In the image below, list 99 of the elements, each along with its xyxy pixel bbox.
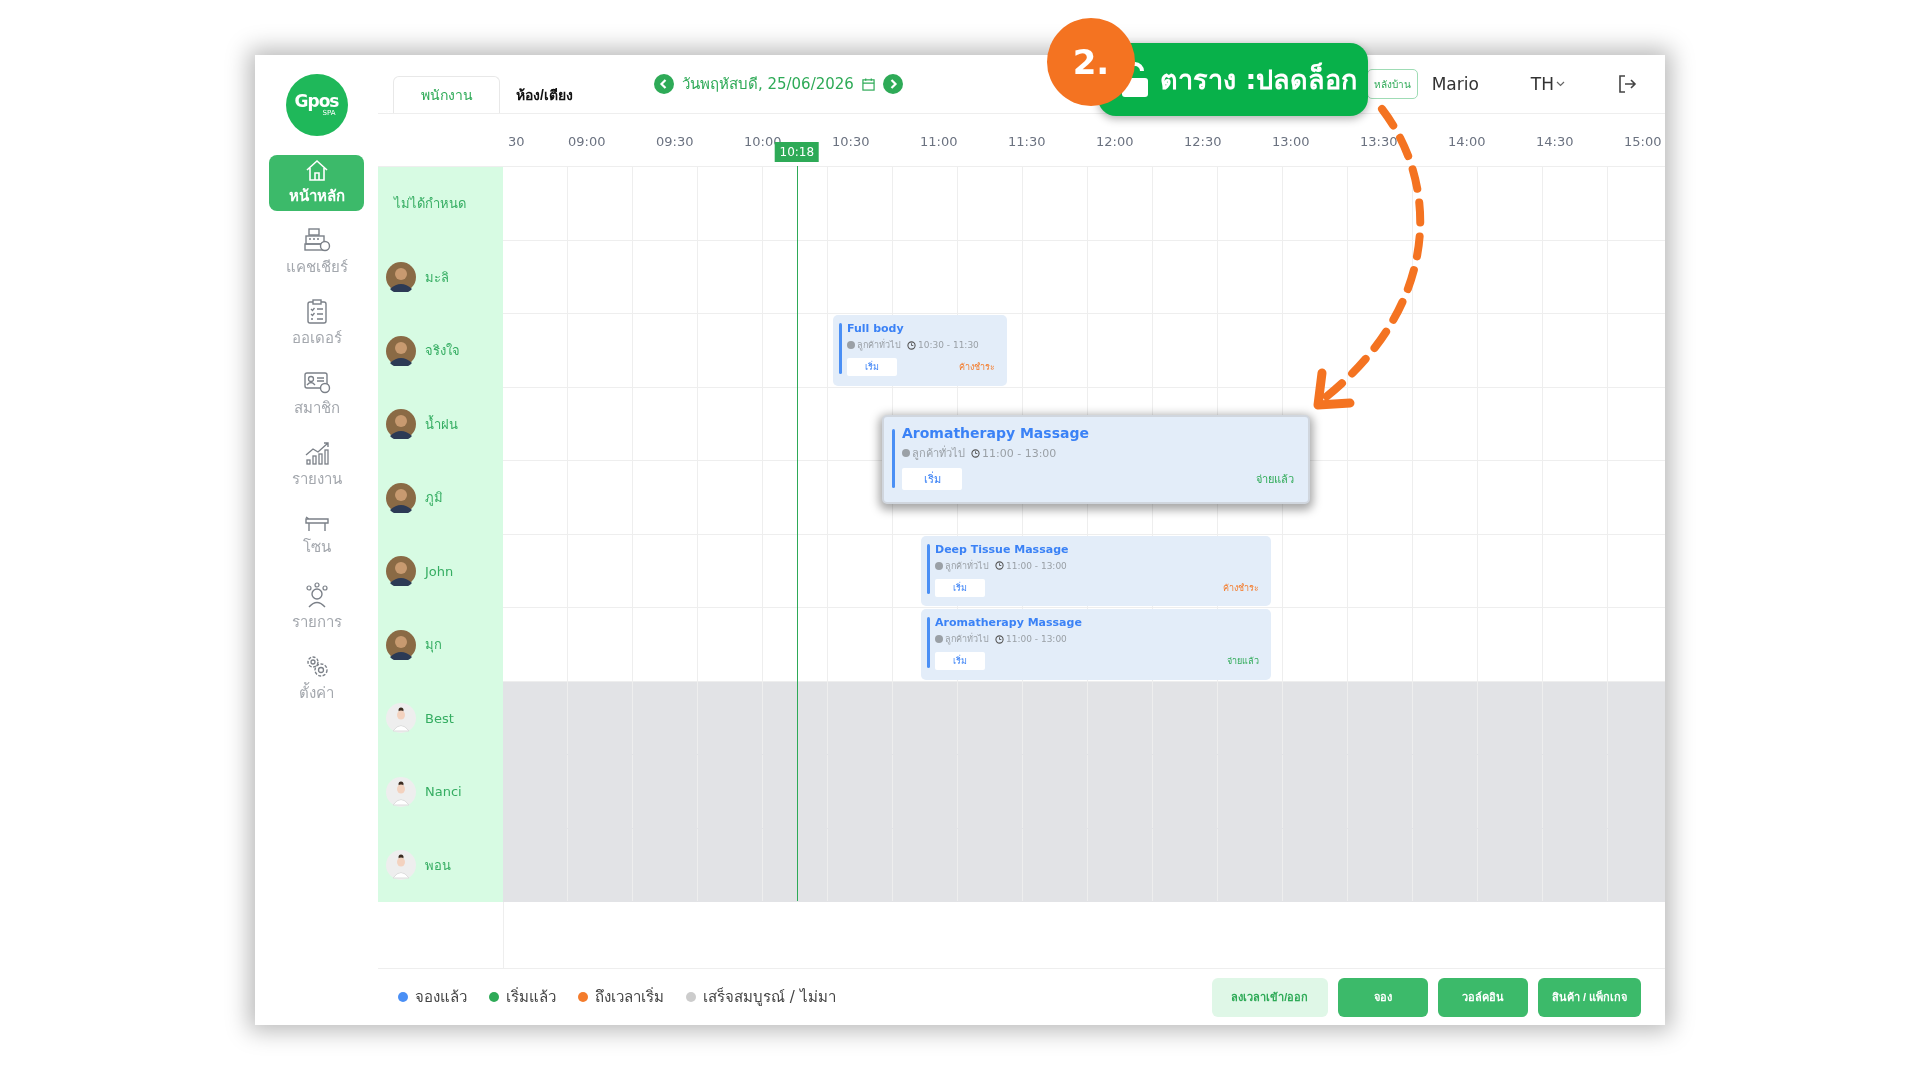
customer-dot-icon: [935, 635, 943, 643]
start-button[interactable]: เริ่ม: [935, 652, 985, 670]
time-label: 11:00: [920, 134, 958, 149]
time-label: 13:00: [1272, 134, 1310, 149]
avatar-icon: [386, 703, 416, 734]
language-selector[interactable]: TH: [1530, 74, 1554, 94]
action-button[interactable]: จอง: [1337, 977, 1428, 1017]
caret-icon[interactable]: [1556, 81, 1565, 87]
time-label: 11:30: [1008, 134, 1046, 149]
start-button[interactable]: เริ่ม: [935, 578, 985, 597]
legend-label: จองแล้ว: [415, 987, 467, 1008]
action-button[interactable]: ลงเวลาเข้า/ออก: [1211, 977, 1328, 1017]
payment-status: ค้างชำระ: [959, 361, 995, 374]
clock-icon: [907, 340, 916, 350]
cash-register-icon: [302, 227, 331, 253]
chart-icon: [303, 441, 330, 465]
logout-icon[interactable]: [1617, 74, 1637, 94]
customer-name: ลูกค้าทั่วไป: [945, 632, 989, 646]
action-button[interactable]: สินค้า / แพ็กเกจ: [1537, 977, 1641, 1017]
avatar-icon: [386, 776, 416, 807]
payment-status: ค้างชำระ: [1223, 581, 1259, 595]
time-label: 13:30: [1360, 134, 1398, 149]
sidebar-item[interactable]: รายงาน: [269, 437, 364, 495]
backoffice-button[interactable]: หลังบ้าน: [1366, 69, 1418, 99]
unassigned-label: ไม่ได้กำหนด: [394, 195, 466, 214]
time-label: 12:30: [1184, 134, 1222, 149]
staff-name[interactable]: John: [425, 563, 454, 579]
legend-label: เสร็จสมบูรณ์ / ไม่มา: [703, 986, 836, 1008]
next-day-icon[interactable]: [882, 74, 903, 94]
clock-icon: [971, 448, 980, 458]
clock-icon: [995, 561, 1004, 570]
service-name: Aromatherapy Massage: [902, 425, 1090, 441]
time-label: 10:30: [832, 134, 870, 149]
booking-card[interactable]: Aromatherapy Massage ลูกค้าทั่วไป 11:00 - 13:00 เริ่ม จ่ายแล้ว: [921, 609, 1271, 680]
sidebar-item[interactable]: สมาชิก: [269, 366, 364, 424]
sidebar-item[interactable]: โซน: [269, 508, 364, 566]
time-label: 15:00: [1624, 134, 1662, 149]
start-button[interactable]: เริ่ม: [847, 358, 897, 376]
avatar-icon: [386, 556, 416, 587]
avatar-icon: [386, 629, 416, 660]
sidebar-item[interactable]: หน้าหลัก: [269, 155, 364, 211]
booking-card[interactable]: Deep Tissue Massage ลูกค้าทั่วไป 11:00 - 13:00 เริ่ม ค้างชำระ: [921, 535, 1271, 606]
staff-name[interactable]: น้ำฝน: [425, 413, 458, 435]
massage-bed-icon: [303, 515, 330, 533]
tab[interactable]: ห้อง/เตียง: [500, 76, 589, 113]
time-label: 14:30: [1536, 134, 1574, 149]
legend-label: ถึงเวลาเริ่ม: [595, 986, 664, 1008]
legend-label: เริ่มแล้ว: [506, 986, 556, 1008]
staff-name[interactable]: มะลิ: [425, 266, 449, 288]
booking-time: 11:00 - 13:00: [982, 446, 1057, 460]
staff-name[interactable]: จริงใจ: [425, 340, 460, 362]
avatar-icon: [386, 482, 416, 513]
staff-name[interactable]: Best: [425, 710, 454, 726]
previous-day-icon[interactable]: [653, 74, 674, 94]
unlock-icon: [1120, 61, 1150, 98]
customer-name: ลูกค้าทั่วไป: [945, 559, 989, 573]
staff-name[interactable]: ภูมิ: [425, 487, 443, 509]
time-label: 30: [508, 134, 525, 149]
tab[interactable]: พนักงาน: [393, 76, 500, 113]
avatar-icon: [386, 850, 416, 881]
time-label: 09:00: [568, 134, 606, 149]
customer-name: ลูกค้าทั่วไป: [912, 444, 965, 462]
booking-card[interactable]: Full body ลูกค้าทั่วไป 10:30 - 11:30 เริ่ม ค้างชำระ: [833, 315, 1007, 386]
sidebar-item[interactable]: รายการ: [269, 579, 364, 637]
avatar-icon: [386, 262, 416, 293]
booking-time: 11:00 - 13:00: [1006, 560, 1067, 571]
customer-name: ลูกค้าทั่วไป: [857, 338, 901, 352]
sidebar-item[interactable]: ตั้งค่า: [269, 650, 364, 708]
payment-status: จ่ายแล้ว: [1256, 472, 1294, 488]
payment-status: จ่ายแล้ว: [1227, 655, 1259, 668]
staff-name[interactable]: Nanci: [425, 784, 462, 800]
step-number-badge: 2.: [1047, 18, 1135, 106]
user-name: Mario: [1431, 74, 1479, 94]
service-name: Aromatherapy Massage: [935, 616, 1083, 629]
service-name: Full body: [847, 322, 905, 335]
start-button[interactable]: เริ่ม: [902, 468, 962, 490]
time-label: 12:00: [1096, 134, 1134, 149]
member-card-icon: [302, 370, 331, 394]
time-label: 14:00: [1448, 134, 1486, 149]
clipboard-icon: [304, 298, 329, 324]
spa-person-icon: [303, 582, 330, 608]
customer-dot-icon: [902, 449, 910, 457]
avatar-icon: [386, 335, 416, 366]
staff-name[interactable]: มุก: [425, 634, 442, 656]
customer-dot-icon: [847, 341, 855, 349]
service-name: Deep Tissue Massage: [935, 542, 1070, 556]
date-label[interactable]: วันพฤหัสบดี, 25/06/2026: [681, 72, 854, 96]
sidebar-item[interactable]: ออเดอร์: [269, 295, 364, 353]
booking-card[interactable]: Aromatherapy Massage ลูกค้าทั่วไป 11:00 - 13:00 เริ่ม จ่ายแล้ว: [882, 415, 1310, 504]
clock-icon: [995, 634, 1004, 644]
action-button[interactable]: วอล์คอิน: [1437, 977, 1528, 1017]
avatar-icon: [386, 409, 416, 440]
booking-time: 11:00 - 13:00: [1006, 634, 1067, 644]
time-label: 09:30: [656, 134, 694, 149]
sidebar-item[interactable]: แคชเชียร์: [269, 224, 364, 282]
staff-name[interactable]: พอน: [425, 854, 451, 876]
calendar-icon[interactable]: [861, 77, 875, 91]
booking-time: 10:30 - 11:30: [918, 340, 979, 350]
customer-dot-icon: [935, 561, 943, 570]
